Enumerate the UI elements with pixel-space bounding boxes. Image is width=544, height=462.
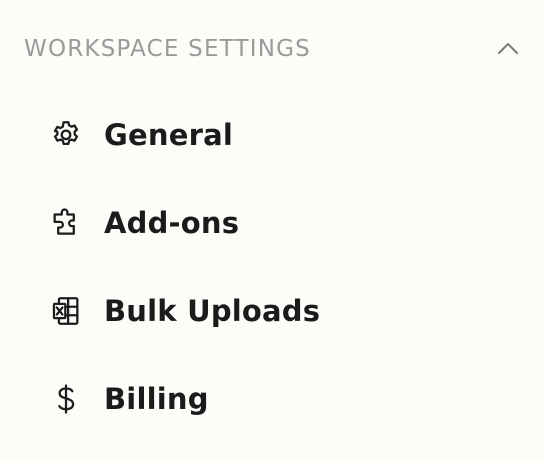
workspace-settings-section: WORKSPACE SETTINGS General Add-ons Bulk … (0, 0, 544, 462)
dollar-icon (48, 381, 84, 417)
nav-item-bulk-uploads[interactable]: Bulk Uploads (0, 267, 544, 355)
nav-item-label: Bulk Uploads (104, 294, 321, 328)
nav-item-label: Billing (104, 382, 209, 416)
chevron-up-icon[interactable] (496, 37, 520, 61)
nav-item-add-ons[interactable]: Add-ons (0, 179, 544, 267)
gear-icon (48, 117, 84, 153)
workspace-settings-header[interactable]: WORKSPACE SETTINGS (24, 24, 520, 74)
nav-item-label: Add-ons (104, 206, 240, 240)
nav-item-billing[interactable]: Billing (0, 355, 544, 443)
nav-item-general[interactable]: General (0, 91, 544, 179)
spreadsheet-icon (48, 293, 84, 329)
puzzle-icon (48, 205, 84, 241)
nav-item-label: General (104, 118, 233, 152)
section-title: WORKSPACE SETTINGS (24, 36, 311, 62)
